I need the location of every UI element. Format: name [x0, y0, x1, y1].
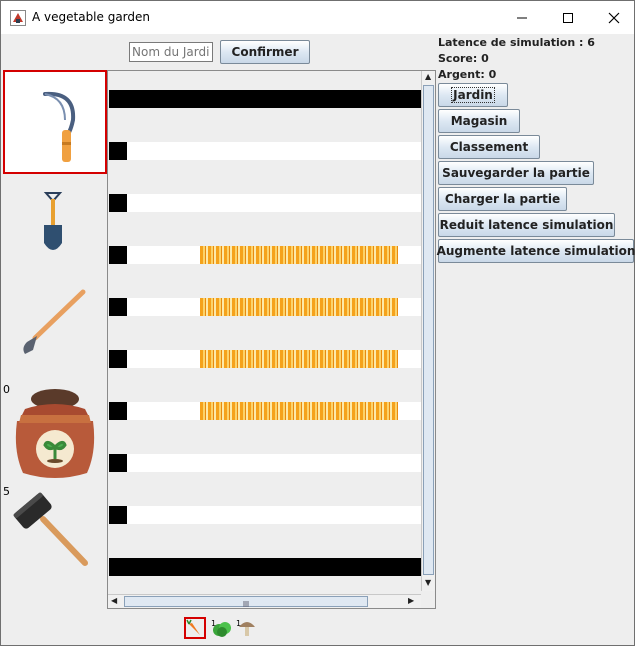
- garden-name-input[interactable]: [129, 42, 213, 62]
- sickle-tool[interactable]: [3, 70, 107, 174]
- minimize-icon: [517, 17, 527, 18]
- garden-row-border: [109, 558, 421, 576]
- carrot-seed-button[interactable]: [184, 617, 206, 639]
- seed-bag-icon: [15, 389, 95, 478]
- java-app-icon: [10, 10, 26, 26]
- row-edge: [109, 402, 127, 420]
- scroll-down-icon[interactable]: ▼: [425, 578, 431, 587]
- simulation-latency: Latence de simulation : 6: [438, 36, 595, 49]
- seed-bag-tool[interactable]: [3, 381, 107, 481]
- decrease-latency-button[interactable]: Reduit latence simulation: [438, 213, 615, 237]
- load-game-button[interactable]: Charger la partie: [438, 187, 567, 211]
- grip-icon: [243, 601, 249, 607]
- garden-grid[interactable]: ▲ ▼ ◀ ▶: [107, 70, 436, 609]
- crop-plot[interactable]: [200, 350, 398, 368]
- menu-magasin-button[interactable]: Magasin: [438, 109, 520, 133]
- menu-jardin-button[interactable]: Jardin: [438, 83, 508, 107]
- salad-seed-button[interactable]: 1: [211, 617, 233, 639]
- horizontal-scrollbar[interactable]: ◀ ▶: [108, 594, 421, 608]
- shovel-icon: [43, 192, 63, 250]
- app-window: A vegetable garden Confirmer Latence de …: [0, 0, 635, 646]
- row-edge: [109, 454, 127, 472]
- crop-plot[interactable]: [200, 402, 398, 420]
- svg-text:1: 1: [211, 619, 216, 628]
- money-label: Argent: 0: [438, 68, 497, 81]
- row-edge: [109, 298, 127, 316]
- confirm-button[interactable]: Confirmer: [220, 40, 310, 64]
- garden-row-border: [109, 90, 421, 108]
- increase-latency-button[interactable]: Augmente latence simulation: [437, 239, 635, 263]
- mushroom-icon: 1: [236, 619, 255, 636]
- horizontal-scroll-thumb[interactable]: [124, 596, 368, 607]
- row-edge: [109, 142, 127, 160]
- garden-row[interactable]: [109, 506, 421, 524]
- mallet-tool[interactable]: [3, 489, 107, 569]
- title-bar: A vegetable garden: [1, 1, 634, 34]
- row-edge: [109, 194, 127, 212]
- hoe-icon: [23, 289, 86, 354]
- row-edge: [109, 506, 127, 524]
- salad-icon: 1: [211, 619, 231, 637]
- close-button[interactable]: [591, 1, 635, 34]
- garden-row[interactable]: [109, 194, 421, 212]
- sickle-icon: [43, 91, 76, 162]
- garden-row[interactable]: [109, 246, 421, 264]
- maximize-icon: [563, 12, 573, 23]
- crop-plot[interactable]: [200, 246, 398, 264]
- menu-jardin-label: Jardin: [451, 87, 495, 103]
- svg-text:1: 1: [236, 619, 241, 628]
- carrot-icon: [186, 619, 200, 635]
- scroll-left-icon[interactable]: ◀: [111, 596, 117, 605]
- hoe-tool[interactable]: [3, 286, 107, 362]
- window-title: A vegetable garden: [32, 10, 151, 24]
- garden-row[interactable]: [109, 402, 421, 420]
- garden-row[interactable]: [109, 142, 421, 160]
- scroll-right-icon[interactable]: ▶: [408, 596, 414, 605]
- close-icon: [608, 12, 620, 23]
- menu-classement-button[interactable]: Classement: [438, 135, 540, 159]
- row-edge: [109, 246, 127, 264]
- vertical-scrollbar[interactable]: ▲ ▼: [421, 71, 435, 591]
- garden-row[interactable]: [109, 350, 421, 368]
- scroll-up-icon[interactable]: ▲: [425, 72, 431, 81]
- garden-row[interactable]: [109, 454, 421, 472]
- maximize-button[interactable]: [545, 1, 591, 34]
- row-edge: [109, 350, 127, 368]
- vertical-scroll-thumb[interactable]: [423, 85, 434, 575]
- crop-plot[interactable]: [200, 298, 398, 316]
- mallet-icon: [13, 492, 88, 566]
- score-label: Score: 0: [438, 52, 489, 65]
- mushroom-seed-button[interactable]: 1: [236, 617, 258, 639]
- minimize-button[interactable]: [499, 1, 545, 34]
- save-game-button[interactable]: Sauvegarder la partie: [438, 161, 594, 185]
- shovel-tool[interactable]: [3, 187, 107, 257]
- garden-row[interactable]: [109, 298, 421, 316]
